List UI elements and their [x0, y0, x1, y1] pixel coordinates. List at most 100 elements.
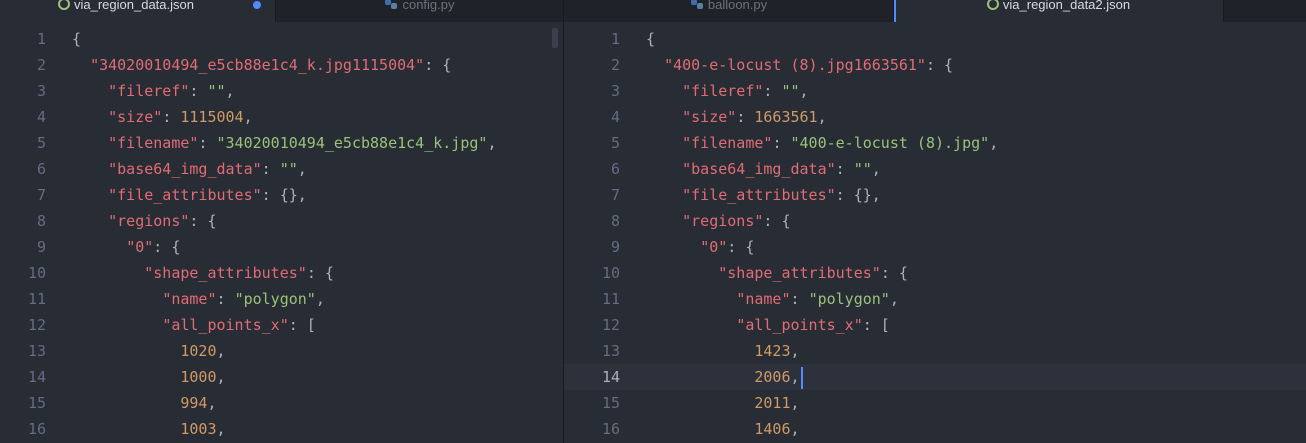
scrollbar-thumb[interactable] [552, 28, 558, 48]
json-string: "" [279, 160, 298, 178]
code-line[interactable]: 7 "file_attributes": {}, [564, 182, 1306, 208]
code-line[interactable]: 2 "400-e-locust (8).jpg1663561": { [564, 52, 1306, 78]
code-text: "fileref": "", [72, 78, 234, 104]
code-text: 1406, [646, 416, 799, 442]
json-number: 1020 [180, 342, 217, 360]
code-line[interactable]: 12 "all_points_x": [ [0, 312, 563, 338]
code-token: : { [763, 212, 791, 230]
code-line[interactable]: 1{ [564, 26, 1306, 52]
json-key: "34020010494_e5cb88e1c4_k.jpg1115004" [90, 56, 425, 74]
code-line[interactable]: 15 2011, [564, 390, 1306, 416]
code-line[interactable]: 11 "name": "polygon", [0, 286, 563, 312]
line-number: 14 [27, 368, 46, 386]
line-number: 1 [36, 30, 46, 48]
line-number: 2 [610, 56, 620, 74]
code-line[interactable]: 15 994, [0, 390, 563, 416]
left-editor-pane[interactable]: 1{2 "34020010494_e5cb88e1c4_k.jpg1115004… [0, 22, 563, 443]
code-token: , [216, 368, 226, 386]
text-cursor [800, 366, 803, 389]
tab-balloon-py[interactable]: balloon.py [564, 0, 894, 22]
code-line[interactable]: 16 1003, [0, 416, 563, 442]
json-number: 1003 [180, 420, 217, 438]
line-number: 13 [27, 342, 46, 360]
code-line[interactable]: 6 "base64_img_data": "", [0, 156, 563, 182]
right-editor-pane[interactable]: 1{2 "400-e-locust (8).jpg1663561": {3 "f… [564, 22, 1306, 443]
code-token: : [216, 290, 235, 308]
code-line[interactable]: 5 "filename": "34020010494_e5cb88e1c4_k.… [0, 130, 563, 156]
json-key: "regions" [108, 212, 190, 230]
line-number: 4 [610, 108, 620, 126]
code-text: 2006, [646, 364, 803, 390]
code-line[interactable]: 9 "0": { [564, 234, 1306, 260]
code-line[interactable]: 7 "file_attributes": {}, [0, 182, 563, 208]
json-key: "base64_img_data" [682, 160, 836, 178]
code-line[interactable]: 9 "0": { [0, 234, 563, 260]
line-number: 12 [27, 316, 46, 334]
code-line[interactable]: 8 "regions": { [0, 208, 563, 234]
code-line[interactable]: 1{ [0, 26, 563, 52]
json-number: 1423 [754, 342, 791, 360]
code-text: "34020010494_e5cb88e1c4_k.jpg1115004": { [72, 52, 451, 78]
code-line[interactable]: 14 1000, [0, 364, 563, 390]
code-line[interactable]: 10 "shape_attributes": { [564, 260, 1306, 286]
code-text: "0": { [72, 234, 180, 260]
tab-label: balloon.py [707, 0, 768, 12]
code-line[interactable]: 16 1406, [564, 416, 1306, 442]
json-number: 1663561 [754, 108, 818, 126]
code-text: 1020, [72, 338, 225, 364]
code-token: , [790, 368, 800, 386]
tab-bar-empty-area[interactable] [1224, 0, 1306, 22]
code-line[interactable]: 10 "shape_attributes": { [0, 260, 563, 286]
json-key: "file_attributes" [682, 186, 836, 204]
tab-via-region-data-json[interactable]: via_region_data.json [0, 0, 276, 22]
json-number: 1406 [754, 420, 791, 438]
code-line[interactable]: 5 "filename": "400-e-locust (8).jpg", [564, 130, 1306, 156]
line-number: 8 [610, 212, 620, 230]
code-text: "fileref": "", [646, 78, 808, 104]
code-line[interactable]: 3 "fileref": "", [564, 78, 1306, 104]
code-line[interactable]: 2 "34020010494_e5cb88e1c4_k.jpg1115004":… [0, 52, 563, 78]
code-line[interactable]: 14 2006, [564, 364, 1306, 390]
code-line[interactable]: 13 1423, [564, 338, 1306, 364]
code-line[interactable]: 11 "name": "polygon", [564, 286, 1306, 312]
json-key: "regions" [682, 212, 764, 230]
json-string: "" [781, 82, 800, 100]
code-token: : {}, [261, 186, 307, 204]
tab-label: config.py [402, 0, 455, 12]
code-line[interactable]: 6 "base64_img_data": "", [564, 156, 1306, 182]
json-number: 1115004 [180, 108, 244, 126]
code-text: "regions": { [646, 208, 791, 234]
code-line[interactable]: 8 "regions": { [564, 208, 1306, 234]
code-text: "name": "polygon", [646, 286, 899, 312]
line-number: 10 [27, 264, 46, 282]
code-text: "shape_attributes": { [646, 260, 908, 286]
code-token: : { [306, 264, 334, 282]
line-number: 7 [36, 186, 46, 204]
line-number: 10 [601, 264, 620, 282]
tab-label: via_region_data.json [74, 0, 194, 12]
code-token: , [889, 290, 899, 308]
json-key: "file_attributes" [108, 186, 262, 204]
code-token: : [ [862, 316, 890, 334]
python-icon [384, 0, 398, 10]
line-number: 5 [36, 134, 46, 152]
json-icon [58, 0, 70, 10]
code-token: , [297, 160, 307, 178]
code-line[interactable]: 4 "size": 1663561, [564, 104, 1306, 130]
tab-label: via_region_data2.json [1002, 0, 1131, 12]
code-text: "all_points_x": [ [646, 312, 890, 338]
tab-config-py[interactable]: config.py [276, 0, 564, 22]
json-string: "400-e-locust (8).jpg" [790, 134, 990, 152]
code-line[interactable]: 13 1020, [0, 338, 563, 364]
code-line[interactable]: 12 "all_points_x": [ [564, 312, 1306, 338]
code-line[interactable]: 3 "fileref": "", [0, 78, 563, 104]
tab-via-region-data2-json[interactable]: via_region_data2.json [894, 0, 1224, 22]
code-line[interactable]: 4 "size": 1115004, [0, 104, 563, 130]
line-number: 9 [36, 238, 46, 256]
